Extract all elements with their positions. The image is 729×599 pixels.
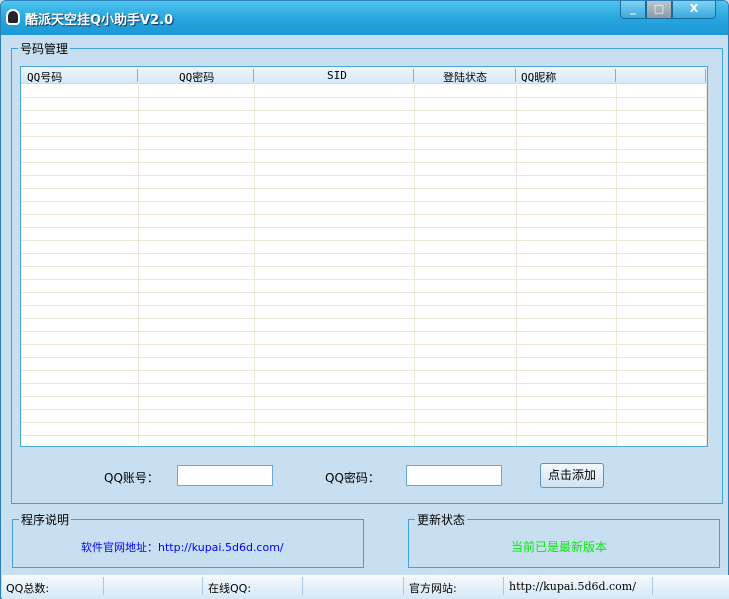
update-legend: 更新状态: [417, 513, 466, 527]
col-qq-password[interactable]: QQ密码: [179, 69, 214, 85]
password-label: QQ密码：: [325, 471, 380, 485]
site-label: 官方网站:: [409, 582, 457, 595]
col-nickname[interactable]: QQ昵称: [521, 69, 556, 85]
col-sid[interactable]: SID: [327, 69, 347, 82]
col-login-status[interactable]: 登陆状态: [443, 69, 487, 85]
app-icon: [6, 9, 20, 25]
online-label: 在线QQ:: [208, 582, 252, 595]
maximize-button[interactable]: □: [646, 1, 672, 19]
title-bar[interactable]: 酷派天空挂Q小助手V2.0 _ □ X: [1, 1, 728, 35]
update-status: 当前已是最新版本: [511, 540, 608, 554]
site-value[interactable]: http://kupai.5d6d.com/: [509, 580, 636, 593]
accounts-legend: 号码管理: [20, 42, 69, 56]
account-label: QQ账号：: [104, 471, 159, 485]
account-input[interactable]: [177, 465, 273, 486]
main-window: 酷派天空挂Q小助手V2.0 _ □ X 号码管理 QQ号码 QQ密码 SID 登…: [0, 0, 729, 599]
info-legend: 程序说明: [21, 513, 70, 527]
password-input[interactable]: [406, 465, 502, 486]
status-bar: QQ总数: 在线QQ: 官方网站: http://kupai.5d6d.com/: [2, 575, 729, 599]
table-header: QQ号码 QQ密码 SID 登陆状态 QQ昵称: [21, 67, 707, 84]
website-link[interactable]: 软件官网地址：http://kupai.5d6d.com/: [81, 539, 284, 555]
total-label: QQ总数:: [6, 582, 50, 595]
add-button[interactable]: 点击添加: [540, 463, 604, 488]
accounts-table[interactable]: QQ号码 QQ密码 SID 登陆状态 QQ昵称: [20, 66, 708, 447]
col-qq-number[interactable]: QQ号码: [27, 69, 62, 85]
window-title: 酷派天空挂Q小助手V2.0: [25, 13, 174, 28]
minimize-button[interactable]: _: [620, 1, 646, 19]
close-button[interactable]: X: [672, 1, 716, 19]
table-rows: [21, 85, 707, 446]
